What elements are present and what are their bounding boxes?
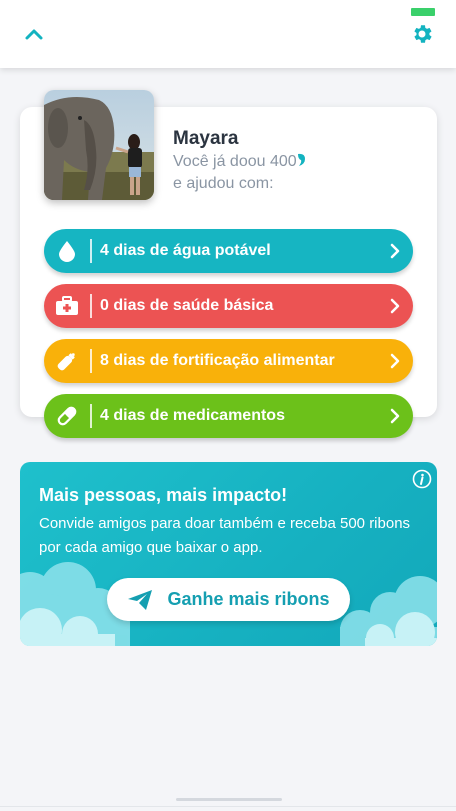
info-icon[interactable] xyxy=(412,469,432,489)
pill-icon xyxy=(44,394,90,438)
impact-row-health[interactable]: 0 dias de saúde básica xyxy=(44,284,413,328)
earn-ribbons-label: Ganhe mais ribons xyxy=(167,589,330,609)
chevron-right-icon xyxy=(377,394,413,438)
divider xyxy=(90,239,92,263)
promo-text: Convide amigos para doar também e receba… xyxy=(39,515,411,556)
impact-label: 4 dias de água potável xyxy=(100,242,271,259)
bottom-divider xyxy=(0,806,456,807)
chevron-right-icon xyxy=(377,229,413,273)
paper-plane-icon xyxy=(128,589,153,610)
donated-text: Você já doou 400 xyxy=(173,153,297,170)
divider xyxy=(90,349,92,373)
impact-row-medicine[interactable]: 4 dias de medicamentos xyxy=(44,394,413,438)
gear-icon[interactable] xyxy=(410,22,434,46)
chevron-up-icon[interactable] xyxy=(22,22,46,46)
impact-label: 8 dias de fortificação alimentar xyxy=(100,352,335,369)
battery-indicator xyxy=(411,8,435,16)
donated-amount: Você já doou 400 xyxy=(173,153,306,171)
user-name: Mayara xyxy=(173,128,239,149)
baby-bottle-icon xyxy=(44,339,90,383)
avatar xyxy=(44,90,154,200)
impact-label: 0 dias de saúde básica xyxy=(100,297,274,314)
water-drop-icon xyxy=(44,229,90,273)
invite-promo-card: Mais pessoas, mais impacto! Convide amig… xyxy=(20,462,437,646)
promo-title: Mais pessoas, mais impacto! xyxy=(39,485,288,505)
first-aid-kit-icon xyxy=(44,284,90,328)
divider xyxy=(90,404,92,428)
top-bar xyxy=(0,0,456,68)
impact-row-water[interactable]: 4 dias de água potável xyxy=(44,229,413,273)
home-indicator xyxy=(176,798,282,801)
helped-label: e ajudou com: xyxy=(173,175,274,192)
chevron-right-icon xyxy=(377,339,413,383)
impact-label: 4 dias de medicamentos xyxy=(100,407,285,424)
divider xyxy=(90,294,92,318)
impact-row-food[interactable]: 8 dias de fortificação alimentar xyxy=(44,339,413,383)
chevron-right-icon xyxy=(377,284,413,328)
ribbon-icon xyxy=(297,153,305,166)
earn-ribbons-button[interactable]: Ganhe mais ribons xyxy=(107,578,350,621)
